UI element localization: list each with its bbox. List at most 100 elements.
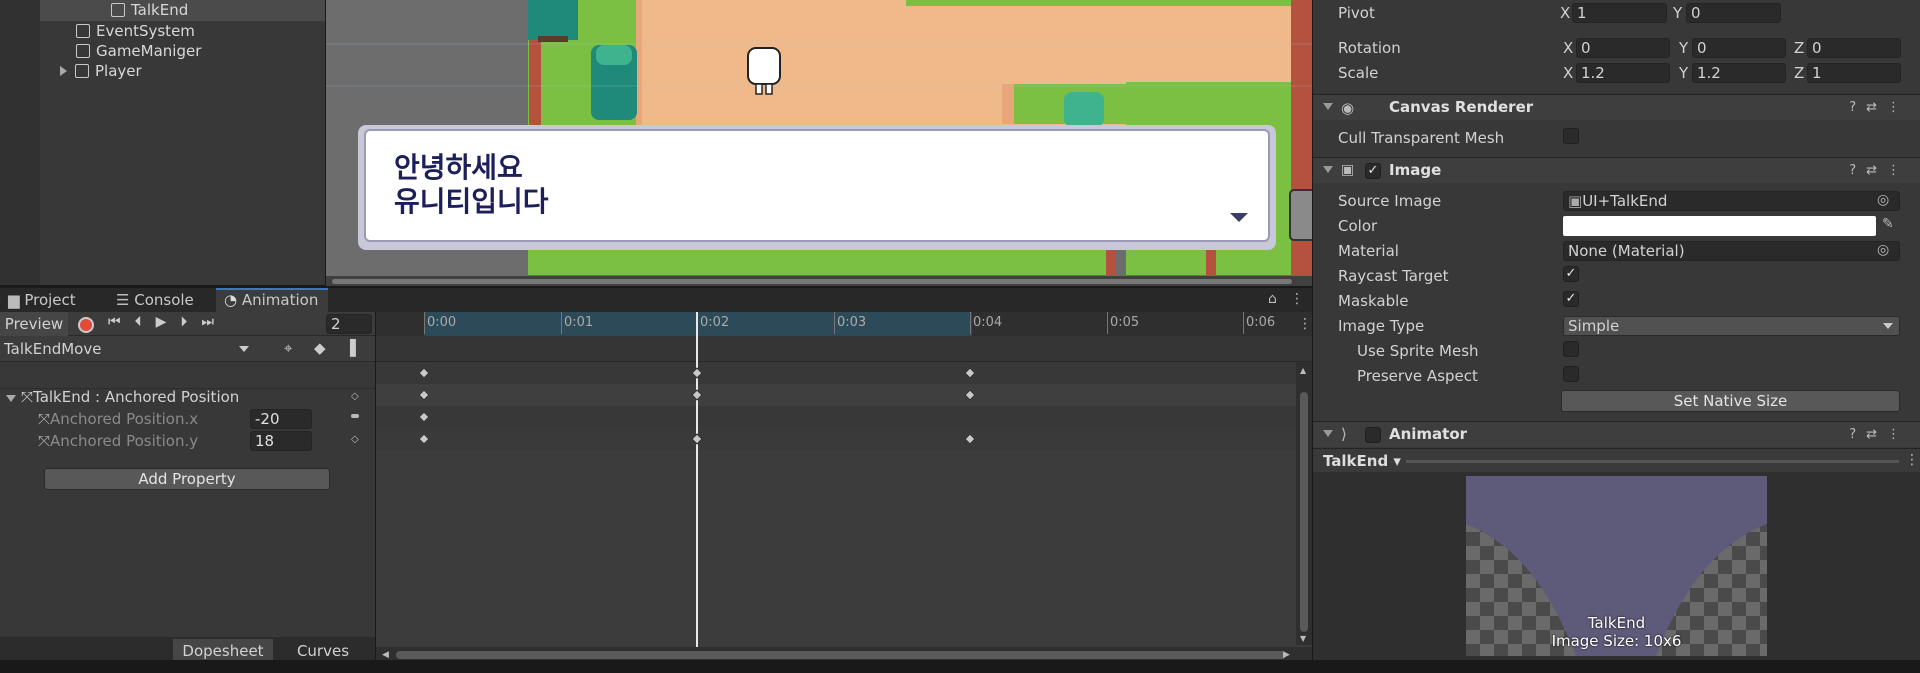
keyframe-toggle-icon[interactable]: ◇	[351, 434, 359, 445]
more-menu-icon[interactable]: ⋮	[1298, 316, 1312, 332]
scroll-right-icon[interactable]: ▶	[1283, 650, 1290, 660]
scale-y-field[interactable]: 1.2	[1692, 63, 1786, 83]
collapse-arrow-icon[interactable]	[1323, 103, 1333, 110]
scrollbar-thumb[interactable]	[1300, 392, 1308, 632]
preset-icon[interactable]: ⇄	[1866, 100, 1887, 115]
cull-transparent-checkbox[interactable]	[1563, 128, 1579, 144]
clip-dropdown[interactable]: TalkEndMove	[0, 336, 256, 362]
track-anchored-position[interactable]: ⤧TalkEnd : Anchored Position	[6, 388, 239, 406]
property-anchored-x[interactable]: ⤧Anchored Position.x	[38, 410, 198, 428]
tab-label: Project	[24, 291, 76, 309]
dialog-box[interactable]: 안녕하세요 유니티입니다	[364, 129, 1270, 242]
clip-name: TalkEndMove	[4, 340, 102, 358]
eyedropper-icon[interactable]: ✎	[1882, 216, 1894, 232]
anchored-x-value[interactable]: -20	[250, 409, 312, 429]
help-icon[interactable]: ?	[1849, 100, 1866, 115]
inspector-panel: Pivot X 1 Y 0 Rotation X 0 Y 0 Z 0 Scale…	[1313, 0, 1920, 673]
time-tick-label: 0:01	[564, 315, 594, 330]
scroll-down-icon[interactable]: ▼	[1300, 634, 1306, 643]
tab-console[interactable]: ☰ Console	[108, 288, 216, 312]
scrollbar-thumb[interactable]	[332, 279, 1292, 284]
vertical-scrollbar[interactable]: ▲ ▼	[1296, 362, 1312, 645]
rotation-x-field[interactable]: 0	[1576, 38, 1670, 58]
preview-image-size: Image Size: 10x6	[1551, 632, 1682, 650]
scene-view[interactable]: 안녕하세요 유니티입니다	[326, 0, 1312, 285]
preset-icon[interactable]: ⇄	[1866, 163, 1887, 178]
property-anchored-y[interactable]: ⤧Anchored Position.y	[38, 432, 198, 450]
more-menu-icon[interactable]: ⋮	[1290, 291, 1304, 307]
collapse-arrow-icon[interactable]	[1323, 166, 1333, 173]
play-icon[interactable]: ▶	[156, 314, 181, 330]
dopesheet-area[interactable]: 0:00 0:01 0:02 0:03 0:04 0:05 0:06 ▲ ▼ ◀ ▶ ⋮	[376, 312, 1312, 673]
next-keyframe-icon[interactable]: ⏵	[180, 314, 201, 330]
canvas-renderer-header[interactable]: ◉ Canvas Renderer ?⇄⋮	[1313, 94, 1920, 120]
property-label: Anchored Position.x	[50, 410, 199, 428]
set-native-size-button[interactable]: Set Native Size	[1561, 390, 1900, 412]
image-enabled-checkbox[interactable]: ✓	[1365, 163, 1381, 179]
collapse-arrow-icon[interactable]	[1323, 430, 1333, 437]
hierarchy-item-gamemaniger[interactable]: GameManiger	[76, 41, 201, 61]
eye-icon: ◉	[1341, 99, 1355, 117]
sprite-icon: ▣	[1568, 192, 1583, 210]
material-field[interactable]: None (Material)	[1563, 241, 1900, 261]
preview-object-dropdown[interactable]: TalkEnd ▾	[1323, 452, 1401, 470]
more-menu-icon[interactable]: ⋮	[1887, 427, 1910, 442]
raycast-target-checkbox[interactable]: ✓	[1563, 266, 1579, 282]
tab-animation[interactable]: ◔ Animation	[216, 288, 328, 312]
color-swatch[interactable]	[1563, 216, 1876, 236]
preview-splitter[interactable]	[1406, 460, 1899, 463]
playhead[interactable]	[696, 312, 698, 649]
help-icon[interactable]: ?	[1849, 163, 1866, 178]
animator-enabled-checkbox[interactable]	[1365, 427, 1381, 443]
hierarchy-item-talkend[interactable]: TalkEnd	[111, 0, 188, 20]
object-picker-icon[interactable]: ◎	[1877, 242, 1889, 258]
component-header-icons[interactable]: ?⇄⋮	[1849, 427, 1910, 442]
tab-project[interactable]: ▆ Project	[0, 288, 108, 312]
image-type-dropdown[interactable]: Simple	[1563, 316, 1900, 336]
anchored-y-value[interactable]: 18	[250, 431, 312, 451]
keyframe-toggle-icon[interactable]: ◇	[351, 391, 359, 402]
filter-icon[interactable]: ⌖	[284, 339, 292, 357]
add-keyframe-icon[interactable]: ◆	[314, 339, 326, 357]
expand-arrow-icon[interactable]	[60, 66, 67, 76]
animator-header[interactable]: ⟩ Animator ?⇄⋮	[1313, 421, 1920, 447]
scroll-up-icon[interactable]: ▲	[1300, 366, 1306, 375]
frame-field[interactable]: 2	[326, 314, 372, 334]
help-icon[interactable]: ?	[1849, 427, 1866, 442]
component-header-icons[interactable]: ?⇄⋮	[1849, 163, 1910, 178]
preview-toggle[interactable]: Preview	[0, 312, 68, 336]
object-picker-icon[interactable]: ◎	[1877, 192, 1889, 208]
use-sprite-mesh-checkbox[interactable]	[1563, 341, 1579, 357]
scrollbar-thumb[interactable]	[396, 651, 1286, 659]
add-event-icon[interactable]: ▌	[350, 339, 362, 357]
collapse-arrow-icon[interactable]	[6, 395, 16, 402]
rotation-z-field[interactable]: 0	[1807, 38, 1901, 58]
add-property-button[interactable]: Add Property	[44, 468, 330, 490]
prev-keyframe-icon[interactable]: ⏴	[135, 314, 156, 330]
component-header-icons[interactable]: ?⇄⋮	[1849, 100, 1910, 115]
time-tick-label: 0:06	[1246, 315, 1276, 330]
pivot-y-field[interactable]: 0	[1686, 3, 1781, 23]
scroll-left-icon[interactable]: ◀	[382, 650, 389, 660]
more-menu-icon[interactable]: ⋮	[1905, 452, 1919, 468]
more-menu-icon[interactable]: ⋮	[1887, 163, 1910, 178]
scale-x-field[interactable]: 1.2	[1576, 63, 1670, 83]
scale-z-field[interactable]: 1	[1807, 63, 1901, 83]
lock-icon[interactable]: ⌂	[1268, 291, 1277, 307]
hierarchy-item-eventsystem[interactable]: EventSystem	[76, 21, 195, 41]
first-keyframe-icon[interactable]: ⏮	[108, 314, 135, 330]
last-keyframe-icon[interactable]: ⏭	[201, 314, 228, 330]
scene-scrollbar[interactable]	[326, 276, 1312, 286]
keyframe-state-icon[interactable]	[351, 414, 359, 418]
playback-buttons[interactable]: ⏮⏴▶⏵⏭	[108, 314, 228, 330]
preserve-aspect-checkbox[interactable]	[1563, 366, 1579, 382]
maskable-checkbox[interactable]: ✓	[1563, 291, 1579, 307]
source-image-field[interactable]: ▣UI+TalkEnd	[1563, 191, 1900, 211]
record-button[interactable]	[78, 317, 94, 333]
preset-icon[interactable]: ⇄	[1866, 427, 1887, 442]
rotation-y-field[interactable]: 0	[1692, 38, 1786, 58]
more-menu-icon[interactable]: ⋮	[1887, 100, 1910, 115]
hierarchy-item-player[interactable]: Player	[60, 61, 142, 81]
image-header[interactable]: ▣ ✓ Image ?⇄⋮	[1313, 157, 1920, 183]
pivot-x-field[interactable]: 1	[1572, 3, 1667, 23]
